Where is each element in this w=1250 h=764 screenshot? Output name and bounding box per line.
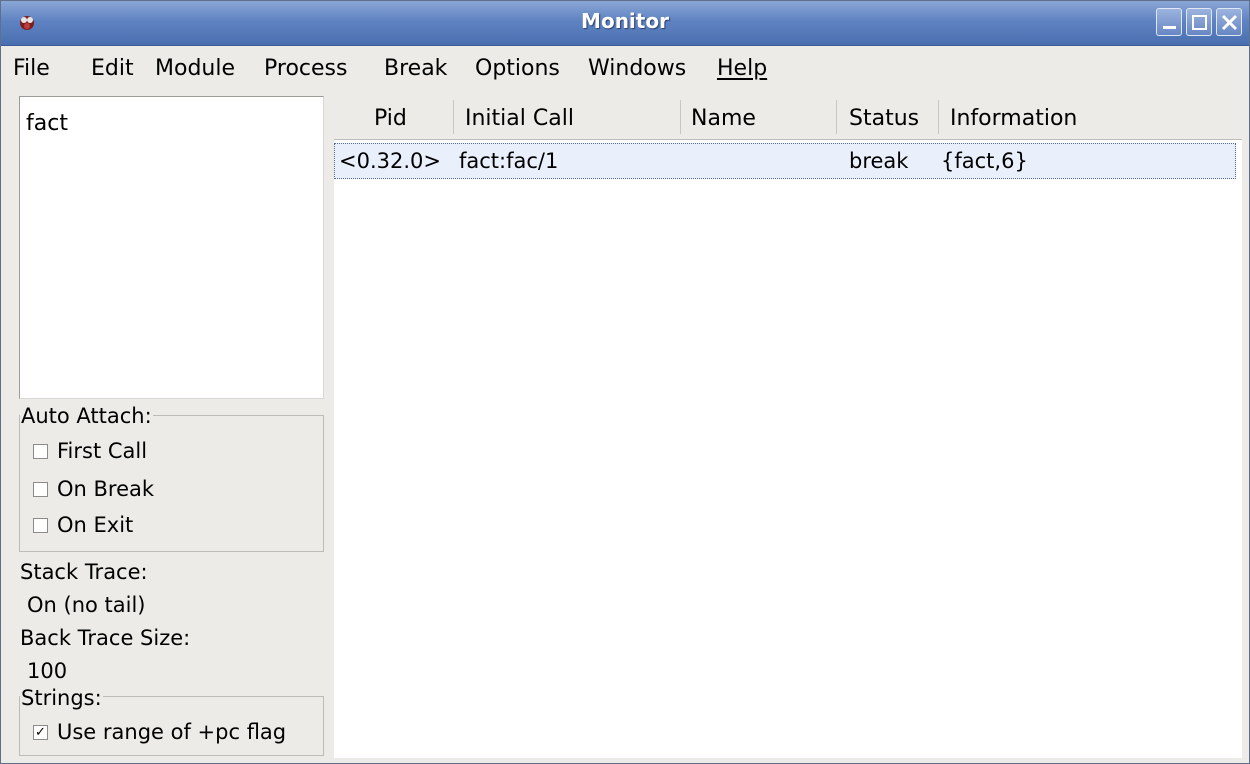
menu-options[interactable]: Options xyxy=(475,56,560,81)
window-title: Monitor xyxy=(581,9,669,33)
menu-module[interactable]: Module xyxy=(155,56,235,81)
maximize-icon xyxy=(1192,15,1207,30)
menu-bar: File Edit Module Process Break Options W… xyxy=(1,46,1249,92)
title-bar[interactable]: Monitor xyxy=(1,1,1249,46)
use-range-pc-label[interactable]: Use range of +pc flag xyxy=(57,720,286,744)
maximize-button[interactable] xyxy=(1186,8,1212,36)
monitor-window: Monitor File Edit Module Process Break O… xyxy=(0,0,1250,764)
process-table: Pid Initial Call Name Status Information… xyxy=(334,96,1242,758)
cell-status: break xyxy=(849,149,909,173)
use-range-pc-checkbox[interactable]: ✓ xyxy=(33,725,48,740)
back-trace-size-label: Back Trace Size: xyxy=(20,626,191,650)
column-header-initial-call[interactable]: Initial Call xyxy=(465,106,574,131)
minimize-icon xyxy=(1163,26,1176,29)
menu-process[interactable]: Process xyxy=(264,56,347,81)
on-break-label[interactable]: On Break xyxy=(57,477,154,501)
stack-trace-value: On (no tail) xyxy=(27,593,146,617)
column-header-information[interactable]: Information xyxy=(950,106,1077,131)
on-break-checkbox[interactable] xyxy=(33,482,48,497)
cell-initial-call: fact:fac/1 xyxy=(459,149,559,173)
first-call-label[interactable]: First Call xyxy=(57,439,147,463)
column-divider[interactable] xyxy=(680,100,681,134)
back-trace-size-value: 100 xyxy=(27,659,68,683)
column-divider[interactable] xyxy=(453,100,454,134)
column-header-status[interactable]: Status xyxy=(849,106,919,131)
close-button[interactable] xyxy=(1216,8,1242,36)
table-header: Pid Initial Call Name Status Information xyxy=(334,96,1242,140)
column-header-pid[interactable]: Pid xyxy=(374,106,407,131)
menu-windows[interactable]: Windows xyxy=(588,56,686,81)
column-divider[interactable] xyxy=(938,100,939,134)
module-list[interactable]: fact xyxy=(19,96,324,399)
strings-title: Strings: xyxy=(20,686,103,710)
menu-file[interactable]: File xyxy=(13,56,50,81)
auto-attach-title: Auto Attach: xyxy=(20,404,153,428)
cell-pid: <0.32.0> xyxy=(339,149,441,173)
module-item[interactable]: fact xyxy=(26,111,68,136)
menu-edit[interactable]: Edit xyxy=(91,56,134,81)
first-call-checkbox[interactable] xyxy=(33,444,48,459)
on-exit-label[interactable]: On Exit xyxy=(57,513,133,537)
on-exit-checkbox[interactable] xyxy=(33,518,48,533)
stack-trace-label: Stack Trace: xyxy=(20,560,148,584)
menu-break[interactable]: Break xyxy=(384,56,447,81)
column-header-name[interactable]: Name xyxy=(691,106,756,131)
column-divider[interactable] xyxy=(836,100,837,134)
table-row[interactable]: <0.32.0> fact:fac/1 break {fact,6} xyxy=(334,143,1236,179)
menu-help[interactable]: Help xyxy=(717,56,767,81)
minimize-button[interactable] xyxy=(1156,8,1182,36)
cell-information: {fact,6} xyxy=(941,149,1028,173)
close-icon xyxy=(1221,14,1238,31)
